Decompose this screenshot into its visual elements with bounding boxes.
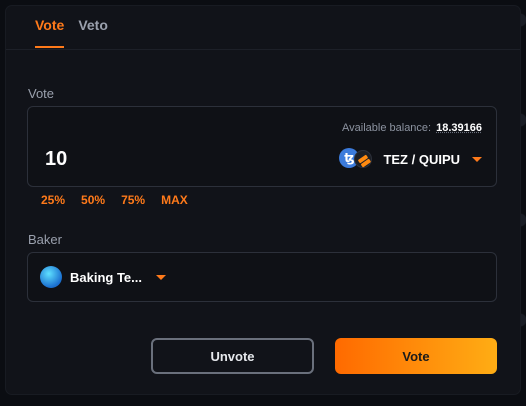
percent-75-button[interactable]: 75% <box>121 193 145 207</box>
baker-name: Baking Te... <box>70 269 142 285</box>
vote-amount-input[interactable] <box>43 147 247 172</box>
tab-veto[interactable]: Veto <box>78 6 108 47</box>
chevron-down-icon <box>472 156 482 162</box>
tab-divider <box>6 49 520 50</box>
tab-bar: Vote Veto <box>35 6 108 58</box>
available-balance: Available balance: 18.39166 <box>342 122 482 134</box>
vote-button[interactable]: Vote <box>335 338 497 374</box>
baker-selector[interactable]: Baking Te... <box>40 266 166 288</box>
quipu-icon <box>354 150 373 168</box>
vote-card: Vote Veto Vote Available balance: 18.3916… <box>6 6 520 394</box>
percent-max-button[interactable]: MAX <box>161 193 188 207</box>
baker-input-box: Baking Te... <box>27 252 497 302</box>
tab-vote[interactable]: Vote <box>35 6 65 48</box>
token-selector[interactable]: ꜩ TEZ / QUIPU <box>339 148 482 170</box>
baker-label: Baker <box>28 232 62 247</box>
vote-label: Vote <box>28 86 55 101</box>
token-pair-label: TEZ / QUIPU <box>383 151 460 167</box>
balance-label: Available balance: <box>342 122 432 134</box>
unvote-button[interactable]: Unvote <box>151 338 314 374</box>
percent-25-button[interactable]: 25% <box>41 193 65 207</box>
vote-input-box: Available balance: 18.39166 ꜩ TEZ / QUIPU <box>27 106 497 187</box>
chevron-down-icon <box>156 274 166 280</box>
baker-logo-icon <box>40 266 62 288</box>
token-pair-icons: ꜩ <box>339 148 377 170</box>
balance-value[interactable]: 18.39166 <box>436 122 482 134</box>
percent-50-button[interactable]: 50% <box>81 193 105 207</box>
percent-buttons: 25% 50% 75% MAX <box>41 193 188 207</box>
